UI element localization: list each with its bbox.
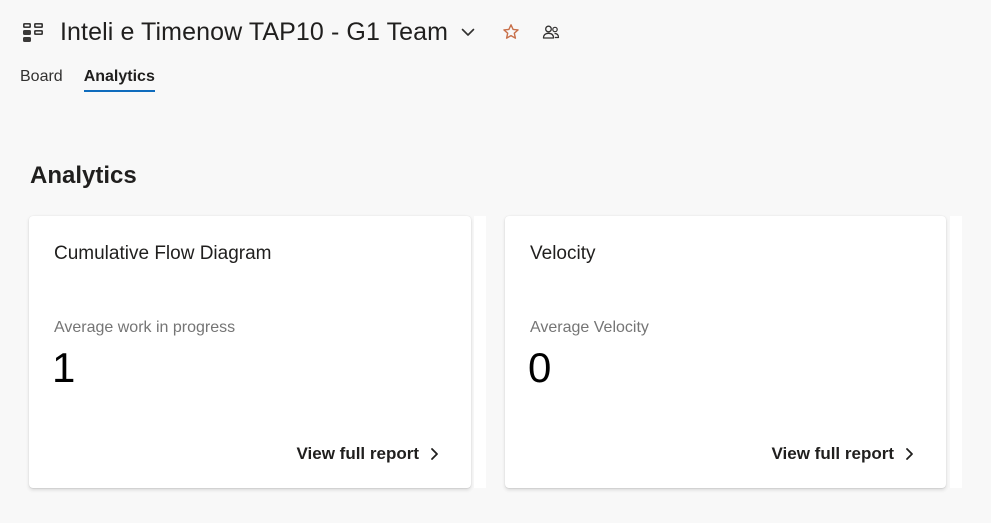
metric-label: Average Velocity [530,319,649,336]
team-members-icon[interactable] [542,23,560,41]
view-full-report-label: View full report [296,444,420,463]
card-divider [474,216,486,488]
view-full-report-link[interactable]: View full report [772,444,915,464]
card-title: Velocity [530,243,596,264]
card-title: Cumulative Flow Diagram [54,243,272,264]
view-full-report-link[interactable]: View full report [297,444,440,464]
metric-value: 0 [528,344,552,391]
star-icon[interactable] [502,23,520,41]
cumulative-flow-card[interactable]: Cumulative Flow Diagram Average work in … [29,216,471,488]
tab-board[interactable]: Board [20,68,63,92]
page-header: Inteli e Timenow TAP10 - G1 Team [22,16,560,48]
view-full-report-label: View full report [771,444,895,463]
metric-value: 1 [52,344,76,391]
tab-bar: Board Analytics [20,68,155,92]
chevron-down-icon[interactable] [460,24,476,40]
chevron-right-icon [431,448,438,460]
card-divider [950,216,962,488]
section-title: Analytics [30,162,137,189]
metric-label: Average work in progress [54,319,236,336]
board-title: Inteli e Timenow TAP10 - G1 Team [60,17,449,46]
velocity-card[interactable]: Velocity Average Velocity 0 View full re… [505,216,946,488]
chevron-right-icon [906,448,913,460]
board-icon [22,21,44,43]
tab-analytics[interactable]: Analytics [83,68,155,92]
